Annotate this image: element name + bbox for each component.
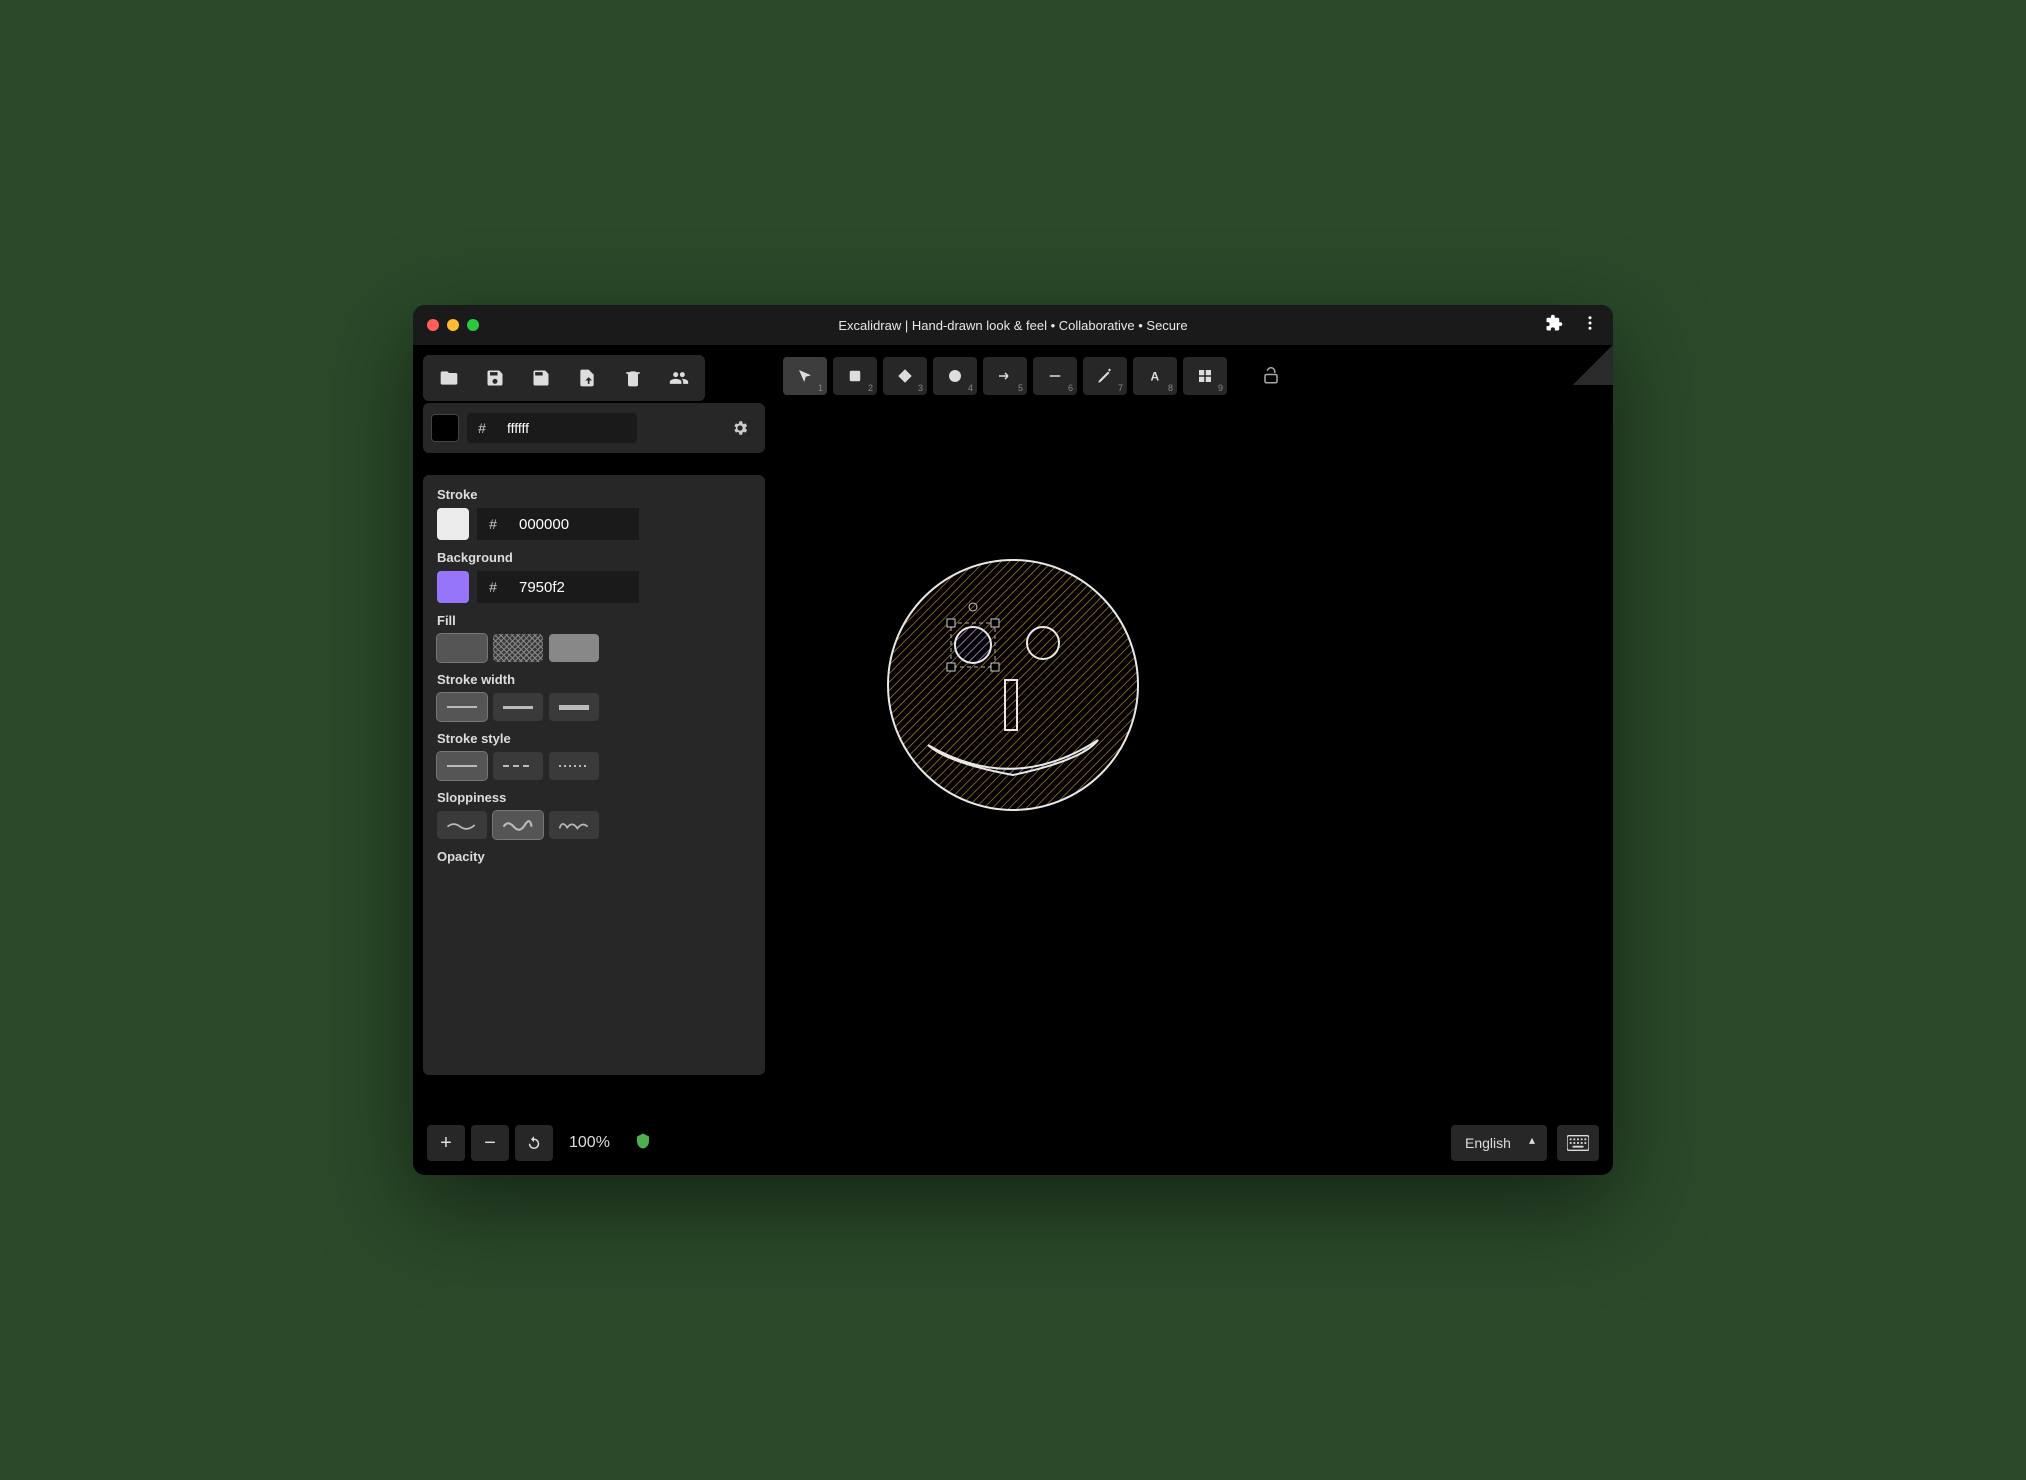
- zoom-out-button[interactable]: −: [471, 1125, 509, 1161]
- zoom-in-button[interactable]: +: [427, 1125, 465, 1161]
- sloppiness-artist-button[interactable]: [493, 811, 543, 839]
- sloppiness-architect-button[interactable]: [437, 811, 487, 839]
- stroke-dotted-button[interactable]: [549, 752, 599, 780]
- tool-more[interactable]: 9: [1183, 357, 1227, 395]
- background-label: Background: [437, 550, 751, 565]
- stroke-swatch[interactable]: [437, 508, 469, 540]
- sloppiness-label: Sloppiness: [437, 790, 751, 805]
- canvas-color-input[interactable]: [497, 413, 637, 443]
- stroke-dashed-button[interactable]: [493, 752, 543, 780]
- app-content: # 1 2 3 4: [413, 345, 1613, 1175]
- footer-right: English: [1451, 1125, 1599, 1161]
- canvas-color-bar: #: [423, 403, 765, 453]
- shape-toolbar: 1 2 3 4 5 6 7: [783, 357, 1293, 395]
- window-title: Excalidraw | Hand-drawn look & feel • Co…: [413, 318, 1613, 333]
- open-button[interactable]: [427, 359, 471, 397]
- stroke-label: Stroke: [437, 487, 751, 502]
- zoom-value[interactable]: 100%: [559, 1134, 620, 1152]
- stroke-thin-button[interactable]: [437, 693, 487, 721]
- keyboard-shortcuts-button[interactable]: [1557, 1125, 1599, 1161]
- collaborate-button[interactable]: [657, 359, 701, 397]
- fill-label: Fill: [437, 613, 751, 628]
- tool-select[interactable]: 1: [783, 357, 827, 395]
- file-toolbar: [423, 355, 705, 401]
- fill-hachure-button[interactable]: [437, 634, 487, 662]
- minimize-window-button[interactable]: [447, 319, 459, 331]
- tool-arrow[interactable]: 5: [983, 357, 1027, 395]
- stroke-thick-button[interactable]: [549, 693, 599, 721]
- traffic-lights: [427, 319, 479, 331]
- footer-left: + − 100%: [427, 1125, 652, 1161]
- app-window: Excalidraw | Hand-drawn look & feel • Co…: [413, 305, 1613, 1175]
- save-button[interactable]: [473, 359, 517, 397]
- language-selector[interactable]: English: [1451, 1125, 1547, 1161]
- properties-panel: Stroke # Background # Fill Stroke width: [423, 475, 765, 1075]
- background-swatch[interactable]: [437, 571, 469, 603]
- tool-text[interactable]: A 8: [1133, 357, 1177, 395]
- sloppiness-cartoonist-button[interactable]: [549, 811, 599, 839]
- background-color-input[interactable]: [509, 571, 639, 603]
- delete-button[interactable]: [611, 359, 655, 397]
- stroke-color-input[interactable]: [509, 508, 639, 540]
- save-as-button[interactable]: [519, 359, 563, 397]
- opacity-label: Opacity: [437, 849, 751, 864]
- extensions-icon[interactable]: [1545, 314, 1563, 337]
- hash-label: #: [467, 413, 497, 443]
- hash-label: #: [477, 508, 509, 540]
- tool-draw[interactable]: 7: [1083, 357, 1127, 395]
- tool-diamond[interactable]: 3: [883, 357, 927, 395]
- close-window-button[interactable]: [427, 319, 439, 331]
- canvas-color-swatch[interactable]: [431, 414, 459, 442]
- language-select[interactable]: English: [1451, 1125, 1547, 1161]
- menu-icon[interactable]: [1581, 314, 1599, 337]
- lock-button[interactable]: [1249, 357, 1293, 395]
- stroke-medium-button[interactable]: [493, 693, 543, 721]
- hash-label: #: [477, 571, 509, 603]
- export-button[interactable]: [565, 359, 609, 397]
- stroke-solid-button[interactable]: [437, 752, 487, 780]
- fill-solid-button[interactable]: [549, 634, 599, 662]
- encryption-shield-icon[interactable]: [634, 1132, 652, 1155]
- svg-text:A: A: [1151, 370, 1160, 384]
- settings-button[interactable]: [723, 411, 757, 445]
- tool-ellipse[interactable]: 4: [933, 357, 977, 395]
- stroke-style-label: Stroke style: [437, 731, 751, 746]
- fill-cross-button[interactable]: [493, 634, 543, 662]
- tool-rectangle[interactable]: 2: [833, 357, 877, 395]
- maximize-window-button[interactable]: [467, 319, 479, 331]
- tool-line[interactable]: 6: [1033, 357, 1077, 395]
- stroke-width-label: Stroke width: [437, 672, 751, 687]
- zoom-reset-button[interactable]: [515, 1125, 553, 1161]
- titlebar: Excalidraw | Hand-drawn look & feel • Co…: [413, 305, 1613, 345]
